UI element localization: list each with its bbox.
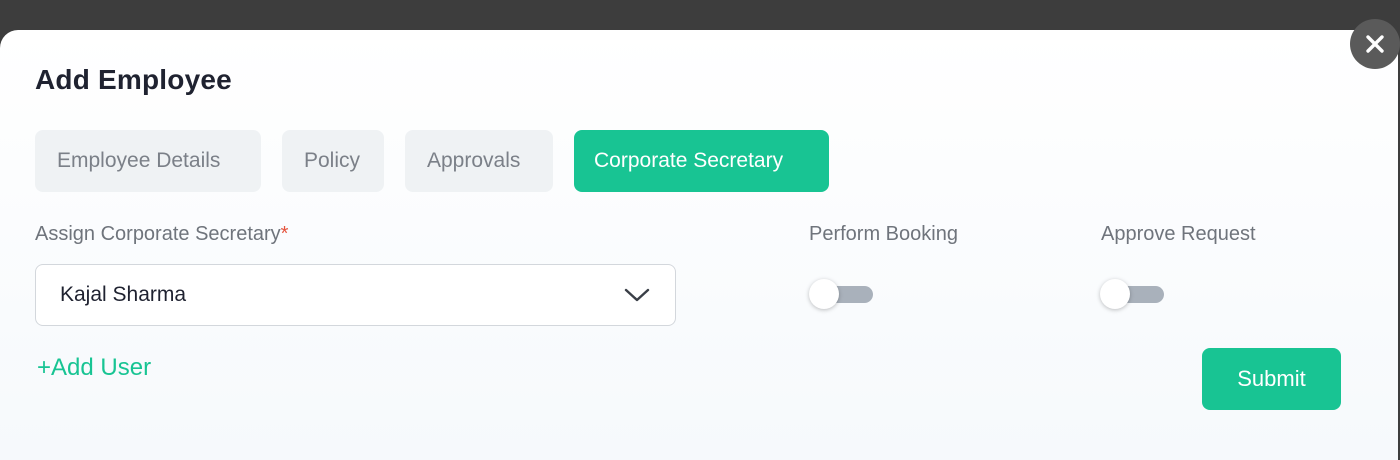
toggle-knob <box>809 279 839 309</box>
assign-secretary-label: Assign Corporate Secretary* <box>35 223 288 246</box>
add-employee-modal: Add Employee Employee Details Policy App… <box>0 30 1398 460</box>
approve-request-label: Approve Request <box>1101 223 1256 245</box>
chevron-down-icon <box>623 281 651 309</box>
tab-corporate-secretary[interactable]: Corporate Secretary <box>574 130 829 192</box>
submit-button[interactable]: Submit <box>1202 348 1341 410</box>
approve-request-toggle[interactable] <box>1100 279 1164 309</box>
perform-booking-toggle[interactable] <box>809 279 873 309</box>
tab-employee-details[interactable]: Employee Details <box>35 130 261 192</box>
assign-secretary-select[interactable]: Kajal Sharma <box>35 264 676 326</box>
toggle-knob <box>1100 279 1130 309</box>
close-icon <box>1364 33 1386 55</box>
assign-secretary-value: Kajal Sharma <box>60 283 187 306</box>
tab-policy[interactable]: Policy <box>282 130 384 192</box>
add-user-link[interactable]: +Add User <box>37 354 151 382</box>
close-button[interactable] <box>1350 19 1400 69</box>
tab-bar: Employee Details Policy Approvals Corpor… <box>35 130 829 192</box>
required-marker: * <box>280 223 289 245</box>
perform-booking-label: Perform Booking <box>809 223 958 245</box>
modal-title: Add Employee <box>35 64 232 95</box>
tab-approvals[interactable]: Approvals <box>405 130 553 192</box>
assign-secretary-label-text: Assign Corporate Secretary <box>35 223 281 245</box>
